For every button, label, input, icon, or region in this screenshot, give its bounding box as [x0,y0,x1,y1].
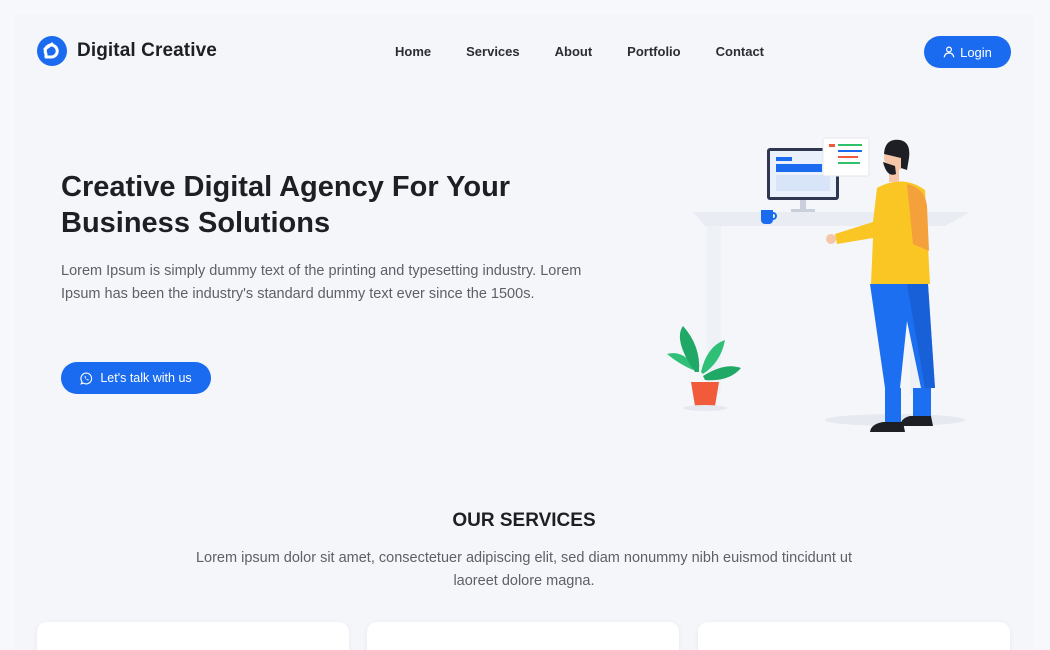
login-button[interactable]: Login [924,36,1011,68]
page: Digital Creative Home Services About Por… [15,14,1033,650]
whatsapp-icon [80,372,93,385]
d-logo-icon [37,36,67,66]
nav-item-about[interactable]: About [555,44,593,59]
services-title: OUR SERVICES [452,510,596,531]
nav-item-portfolio[interactable]: Portfolio [627,44,680,59]
nav-item-home[interactable]: Home [395,44,431,59]
hero-title: Creative Digital Agency For Your Busines… [61,171,511,239]
lets-talk-button[interactable]: Let's talk with us [61,362,211,394]
service-card[interactable] [37,622,349,650]
main-nav: Home Services About Portfolio Contact [395,44,764,59]
service-card[interactable] [367,622,679,650]
login-label: Login [960,44,992,60]
brand-name: Digital Creative [77,40,217,61]
lets-talk-label: Let's talk with us [100,371,192,385]
nav-item-contact[interactable]: Contact [716,44,764,59]
services-description: Lorem ipsum dolor sit amet, consectetuer… [195,550,853,589]
hero-description: Lorem Ipsum is simply dummy text of the … [61,263,582,302]
service-card[interactable] [698,622,1010,650]
brand-logo[interactable]: Digital Creative [37,36,217,66]
nav-item-services[interactable]: Services [466,44,520,59]
hero-illustration [667,137,970,432]
user-icon [943,46,955,58]
